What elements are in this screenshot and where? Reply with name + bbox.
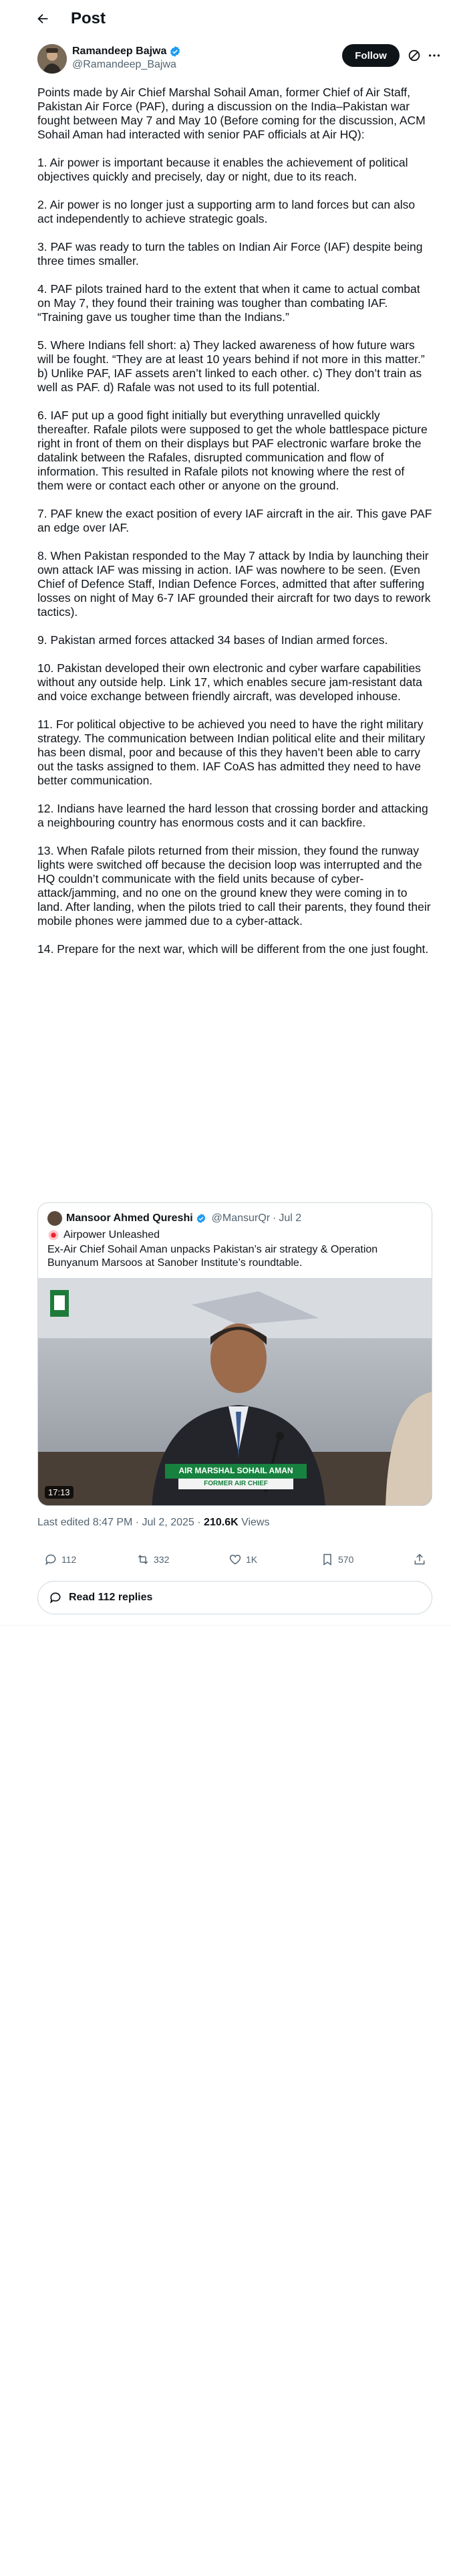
reply-bubble-icon xyxy=(49,1592,61,1604)
post-meta: Last edited 8:47 PM · Jul 2, 2025 · 210.… xyxy=(37,1517,269,1529)
edited-timestamp[interactable]: Last edited 8:47 PM · Jul 2, 2025 · xyxy=(37,1517,201,1528)
quoted-text-line: Ex-Air Chief Sohail Aman unpacks Pakista… xyxy=(47,1244,378,1255)
avatar[interactable] xyxy=(37,44,67,74)
top-bar: Post xyxy=(0,0,451,37)
post-paragraph: 6. IAF put up a good fight initially but… xyxy=(37,409,428,492)
divider xyxy=(0,1625,451,1626)
read-replies-label: Read 112 replies xyxy=(69,1592,153,1603)
reply-button[interactable]: 112 xyxy=(44,1553,76,1566)
quoted-text-line: Bunyanum Marsoos at Sanober Institute’s … xyxy=(47,1257,303,1269)
quoted-date: Jul 2 xyxy=(279,1212,302,1224)
post-paragraph: 7. PAF knew the exact position of every … xyxy=(37,507,432,534)
bookmark-count: 570 xyxy=(338,1554,354,1565)
community-icon xyxy=(48,1230,59,1241)
share-icon xyxy=(414,1553,425,1565)
grok-icon[interactable] xyxy=(407,48,422,63)
video-duration: 17:13 xyxy=(45,1486,73,1499)
follow-button[interactable]: Follow xyxy=(342,44,400,67)
back-button[interactable] xyxy=(29,5,56,32)
quoted-video[interactable]: AIR MARSHAL SOHAIL AMAN FORMER AIR CHIEF… xyxy=(38,1278,432,1505)
quoted-author-name: Mansoor Ahmed Qureshi xyxy=(66,1212,193,1224)
like-button[interactable]: 1K xyxy=(229,1553,257,1566)
post-paragraph: 9. Pakistan armed forces attacked 34 bas… xyxy=(37,633,388,647)
repost-button[interactable]: 332 xyxy=(136,1553,169,1566)
reply-count: 112 xyxy=(61,1554,77,1565)
verified-icon xyxy=(196,1214,205,1223)
post-paragraph: 3. PAF was ready to turn the tables on I… xyxy=(37,240,423,267)
author-handle[interactable]: @Ramandeep_Bajwa xyxy=(72,59,176,71)
quoted-post-header: Mansoor Ahmed Qureshi @MansurQr · Jul 2 xyxy=(47,1211,301,1226)
post-author: Ramandeep Bajwa @Ramandeep_Bajwa Follow xyxy=(37,44,440,76)
author-name-row: Ramandeep Bajwa xyxy=(72,45,181,58)
quoted-author-handle: @MansurQr xyxy=(211,1212,271,1224)
post-paragraph: 4. PAF pilots trained hard to the extent… xyxy=(37,282,420,324)
views-label: Views xyxy=(241,1517,270,1528)
action-bar: 112 332 1K 570 xyxy=(37,1553,433,1573)
repost-icon xyxy=(138,1555,148,1564)
page-title: Post xyxy=(71,9,106,27)
post-paragraph: 14. Prepare for the next war, which will… xyxy=(37,942,429,956)
post-paragraph: 12. Indians have learned the hard lesson… xyxy=(37,802,428,829)
video-caption: AIR MARSHAL SOHAIL AMAN xyxy=(178,1466,293,1475)
post-text: Points made by Air Chief Marshal Sohail … xyxy=(37,86,433,970)
verified-icon xyxy=(170,46,180,57)
post-paragraph: 5. Where Indians fell short: a) They lac… xyxy=(37,338,425,394)
post-paragraph: 11. For political objective to be achiev… xyxy=(37,718,426,787)
author-name[interactable]: Ramandeep Bajwa xyxy=(72,45,166,58)
post-paragraph: 10. Pakistan developed their own electro… xyxy=(37,661,422,703)
share-button[interactable] xyxy=(413,1553,430,1566)
views-count: 210.6K xyxy=(204,1517,239,1528)
quoted-community: Airpower Unleashed xyxy=(47,1228,160,1242)
post-paragraph: 8. When Pakistan responded to the May 7 … xyxy=(37,549,431,619)
like-count: 1K xyxy=(246,1554,258,1565)
quoted-avatar xyxy=(47,1211,62,1226)
back-arrow-icon xyxy=(37,13,48,24)
post-paragraph: 2. Air power is no longer just a support… xyxy=(37,198,416,225)
post-paragraph: Points made by Air Chief Marshal Sohail … xyxy=(37,86,426,141)
post-paragraph: 13. When Rafale pilots returned from the… xyxy=(37,844,431,928)
video-subcaption: FORMER AIR CHIEF xyxy=(204,1480,268,1487)
bookmark-icon xyxy=(323,1553,331,1566)
like-icon xyxy=(229,1554,241,1565)
separator-dot: · xyxy=(273,1212,277,1224)
more-icon[interactable] xyxy=(427,48,442,63)
reply-icon xyxy=(45,1554,56,1566)
bookmark-button[interactable]: 570 xyxy=(321,1553,353,1566)
quoted-post[interactable]: Mansoor Ahmed Qureshi @MansurQr · Jul 2 … xyxy=(37,1202,432,1506)
post-paragraph: 1. Air power is important because it ena… xyxy=(37,156,408,183)
community-name: Airpower Unleashed xyxy=(63,1229,160,1241)
read-replies-button[interactable]: Read 112 replies xyxy=(37,1581,432,1614)
repost-count: 332 xyxy=(154,1554,170,1565)
